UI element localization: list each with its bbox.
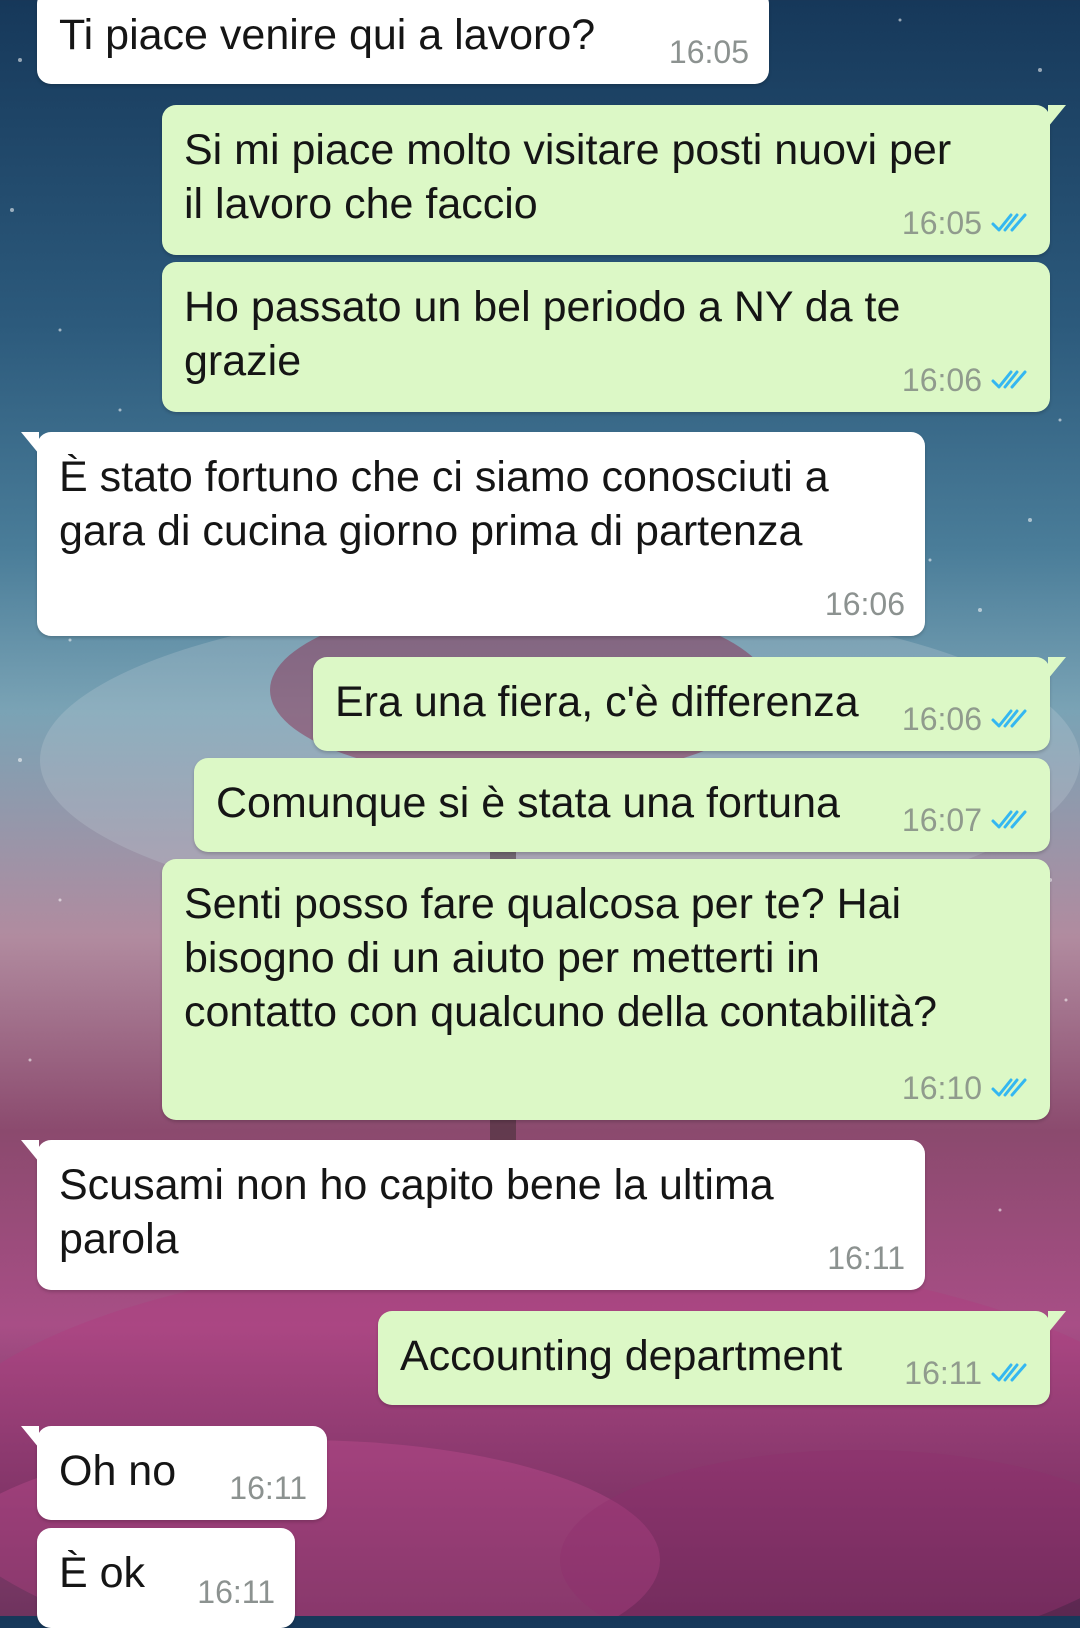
message-bubble-incoming[interactable]: È stato fortuno che ci siamo conosciuti …: [21, 432, 925, 636]
message-meta: 16:06: [825, 586, 905, 622]
message-time: 16:06: [824, 586, 905, 622]
message-meta: 16:05: [669, 34, 749, 70]
double-check-icon: [991, 213, 1027, 232]
message-bubble-outgoing[interactable]: Ho passato un bel periodo a NY da te gra…: [162, 262, 1050, 412]
double-check-icon: [991, 709, 1027, 728]
message-text: Ti piace venire qui a lavoro?: [59, 11, 596, 59]
message-meta: 16:06: [902, 701, 1030, 737]
message-time: 16:11: [827, 1240, 905, 1276]
chat-area: Ti piace venire qui a lavoro? 16:05 Si m…: [0, 0, 1080, 1628]
message-bubble-outgoing[interactable]: Senti posso fare qualcosa per te? Hai bi…: [162, 859, 1050, 1120]
message-text: Scusami non ho capito bene la ultima par…: [59, 1161, 774, 1263]
message-bubble-outgoing[interactable]: Comunque si è stata una fortuna 16:07: [194, 758, 1050, 852]
message-meta: 16:07: [902, 802, 1030, 838]
double-check-icon: [991, 810, 1027, 829]
message-time: 16:06: [901, 362, 982, 398]
message-time: 16:11: [197, 1574, 275, 1610]
message-bubble-incoming[interactable]: Ti piace venire qui a lavoro? 16:05: [37, 0, 769, 84]
message-meta: 16:11: [827, 1240, 905, 1276]
message-time: 16:06: [901, 701, 982, 737]
message-time: 16:11: [904, 1355, 982, 1391]
message-meta: 16:06: [902, 362, 1030, 398]
message-bubble-incoming[interactable]: È ok 16:11: [37, 1528, 295, 1628]
message-bubble-outgoing[interactable]: Si mi piace molto visitare posti nuovi p…: [162, 105, 1066, 255]
message-meta: 16:11: [904, 1355, 1030, 1391]
message-time: 16:10: [901, 1070, 982, 1106]
message-text: Senti posso fare qualcosa per te? Hai bi…: [184, 880, 938, 1036]
message-time: 16:05: [668, 34, 749, 70]
double-check-icon: [991, 370, 1027, 389]
double-check-icon: [991, 1363, 1027, 1382]
message-time: 16:07: [901, 802, 982, 838]
message-meta: 16:10: [902, 1070, 1030, 1106]
message-meta: 16:11: [229, 1470, 307, 1506]
message-text: È stato fortuno che ci siamo conosciuti …: [59, 453, 829, 555]
message-bubble-outgoing[interactable]: Accounting department 16:11: [378, 1311, 1066, 1405]
message-bubble-incoming[interactable]: Oh no 16:11: [21, 1426, 327, 1520]
message-time: 16:11: [229, 1470, 307, 1506]
message-bubble-incoming[interactable]: Scusami non ho capito bene la ultima par…: [21, 1140, 925, 1290]
message-time: 16:05: [901, 205, 982, 241]
double-check-icon: [991, 1078, 1027, 1097]
message-bubble-outgoing[interactable]: Era una fiera, c'è differenza 16:06: [313, 657, 1066, 751]
message-meta: 16:05: [902, 205, 1030, 241]
message-meta: 16:11: [197, 1574, 275, 1610]
